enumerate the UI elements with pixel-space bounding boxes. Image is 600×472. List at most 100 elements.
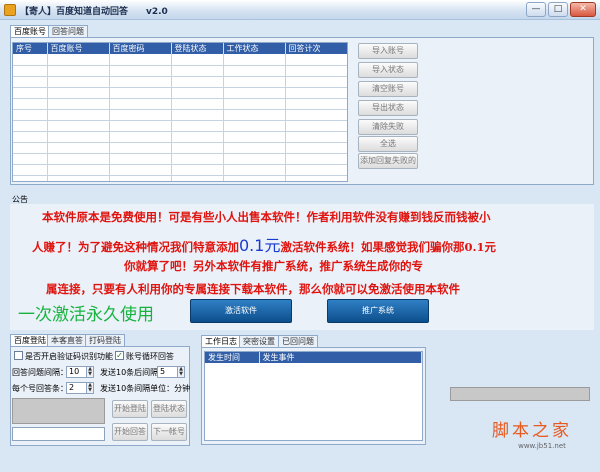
col-work-status[interactable]: 工作状态 bbox=[223, 43, 286, 54]
table-cell bbox=[109, 175, 172, 181]
table-cell bbox=[171, 175, 224, 181]
col-log-time[interactable]: 发生时间 bbox=[205, 352, 260, 363]
tab-baidu-login[interactable]: 百度登陆 bbox=[10, 334, 50, 346]
tab-work-log[interactable]: 工作日志 bbox=[201, 335, 241, 347]
col-password[interactable]: 百度密码 bbox=[109, 43, 172, 54]
table-cell bbox=[109, 131, 172, 143]
account-table[interactable]: 序号 百度账号 百度密码 登陆状态 工作状态 回答计次 bbox=[12, 42, 348, 182]
log-table[interactable]: 发生时间 发生事件 bbox=[204, 351, 423, 441]
table-cell bbox=[109, 76, 172, 88]
col-login-status[interactable]: 登陆状态 bbox=[171, 43, 224, 54]
promotion-system-button[interactable]: 推广系统 bbox=[327, 299, 429, 323]
interval-label: 回答问题间隔： bbox=[12, 368, 68, 377]
table-cell bbox=[285, 120, 347, 132]
tab-captcha-login[interactable]: 打码登陆 bbox=[85, 334, 125, 346]
interval-value: 10 bbox=[69, 367, 80, 376]
table-cell bbox=[171, 109, 224, 121]
tab-settings[interactable]: 突密设置 bbox=[239, 335, 279, 347]
captcha-checkbox[interactable] bbox=[14, 351, 23, 360]
table-cell bbox=[13, 65, 48, 77]
import-status-button[interactable]: 导入状态 bbox=[358, 62, 418, 78]
export-status-button[interactable]: 导出状态 bbox=[358, 100, 418, 116]
table-cell bbox=[47, 164, 110, 176]
table-cell bbox=[47, 65, 110, 77]
table-cell bbox=[171, 131, 224, 143]
tab-direct-answer[interactable]: 本客直答 bbox=[47, 334, 87, 346]
stepper-arrows-icon[interactable]: ▲ ▼ bbox=[177, 367, 184, 377]
login-status-button[interactable]: 登陆状态 bbox=[151, 400, 187, 418]
col-account[interactable]: 百度账号 bbox=[47, 43, 110, 54]
notice-line-2: 人赚了！为了避免这种情况我们特意添加0.1元激活软件系统！如果感觉我们骗你那0.… bbox=[32, 232, 496, 256]
window-title: 【寄人】百度知道自动回答 v2.0 bbox=[20, 7, 168, 17]
clear-failed-button[interactable]: 清除失败 bbox=[358, 119, 418, 135]
table-row[interactable] bbox=[13, 76, 347, 88]
table-row[interactable] bbox=[13, 131, 347, 143]
col-log-event[interactable]: 发生事件 bbox=[259, 352, 422, 363]
table-row[interactable] bbox=[13, 120, 347, 132]
table-cell bbox=[13, 87, 48, 99]
app-icon bbox=[4, 4, 16, 16]
table-cell bbox=[109, 98, 172, 110]
interval-stepper[interactable]: 10 ▲ ▼ bbox=[66, 366, 94, 378]
table-cell bbox=[109, 54, 172, 66]
table-cell bbox=[223, 109, 286, 121]
table-cell bbox=[285, 54, 347, 66]
select-all-button[interactable]: 全选 bbox=[358, 136, 418, 152]
table-row[interactable] bbox=[13, 98, 347, 110]
table-cell bbox=[285, 153, 347, 165]
start-answer-button[interactable]: 开始回答 bbox=[112, 423, 148, 441]
table-cell bbox=[285, 98, 347, 110]
import-accounts-button[interactable]: 导入账号 bbox=[358, 43, 418, 59]
minimize-button[interactable]: — bbox=[526, 2, 546, 17]
status-bar-box bbox=[450, 387, 590, 401]
notice-line-2a: 人赚了！为了避免这种情况我们特意添加 bbox=[32, 240, 239, 254]
col-answer-count[interactable]: 回答计次 bbox=[285, 43, 347, 54]
notice-line-2b: 激活软件系统！如果感觉我们骗你那0.1元 bbox=[280, 240, 496, 254]
table-cell bbox=[13, 131, 48, 143]
table-cell bbox=[109, 142, 172, 154]
table-row[interactable] bbox=[13, 142, 347, 154]
notice-line-4: 属连接，只要有人利用你的专属连接下载本软件，那么你就可以免激活使用本软件 bbox=[46, 282, 460, 296]
table-row[interactable] bbox=[13, 65, 347, 77]
table-row[interactable] bbox=[13, 109, 347, 121]
per-account-stepper[interactable]: 2 ▲ ▼ bbox=[66, 382, 94, 394]
table-cell bbox=[109, 65, 172, 77]
tab-answered-questions[interactable]: 已回问题 bbox=[278, 335, 318, 347]
maximize-button[interactable]: □ bbox=[548, 2, 568, 17]
notice-line-3: 你就算了吧！另外本软件有推广系统，推广系统生成你的专 bbox=[124, 259, 423, 273]
table-cell bbox=[223, 164, 286, 176]
next-account-button[interactable]: 下一帐号 bbox=[151, 423, 187, 441]
loop-checkbox[interactable]: ✓ bbox=[115, 351, 124, 360]
activate-software-button[interactable]: 激活软件 bbox=[190, 299, 292, 323]
table-cell bbox=[223, 131, 286, 143]
captcha-input[interactable] bbox=[12, 427, 105, 441]
add-failed-replies-button[interactable]: 添加回复失败的 bbox=[358, 153, 418, 169]
table-row[interactable] bbox=[13, 164, 347, 176]
table-cell bbox=[47, 76, 110, 88]
table-cell bbox=[109, 120, 172, 132]
table-cell bbox=[223, 87, 286, 99]
table-cell bbox=[285, 65, 347, 77]
table-row[interactable] bbox=[13, 175, 347, 181]
table-row[interactable] bbox=[13, 87, 347, 99]
table-row[interactable] bbox=[13, 54, 347, 66]
after10-stepper[interactable]: 5 ▲ ▼ bbox=[157, 366, 185, 378]
stepper-arrows-icon[interactable]: ▲ ▼ bbox=[86, 383, 93, 393]
start-login-button[interactable]: 开始登陆 bbox=[112, 400, 148, 418]
close-button[interactable]: ✕ bbox=[570, 2, 596, 17]
table-cell bbox=[13, 76, 48, 88]
tab-baidu-account[interactable]: 百度账号 bbox=[10, 25, 50, 37]
table-row[interactable] bbox=[13, 153, 347, 165]
stepper-arrows-icon[interactable]: ▲ ▼ bbox=[86, 367, 93, 377]
loop-label: 账号循环回答 bbox=[126, 352, 174, 361]
table-cell bbox=[47, 175, 110, 181]
table-cell bbox=[47, 98, 110, 110]
col-index[interactable]: 序号 bbox=[13, 43, 48, 54]
captcha-label: 是否开启验证码识别功能 bbox=[25, 352, 113, 361]
table-cell bbox=[109, 87, 172, 99]
table-cell bbox=[47, 87, 110, 99]
clear-accounts-button[interactable]: 清空账号 bbox=[358, 81, 418, 97]
logo-url: www.jb51.net bbox=[518, 442, 566, 450]
tab-answer-questions[interactable]: 回答问题 bbox=[48, 25, 88, 37]
notice-price: 0.1元 bbox=[239, 236, 281, 255]
